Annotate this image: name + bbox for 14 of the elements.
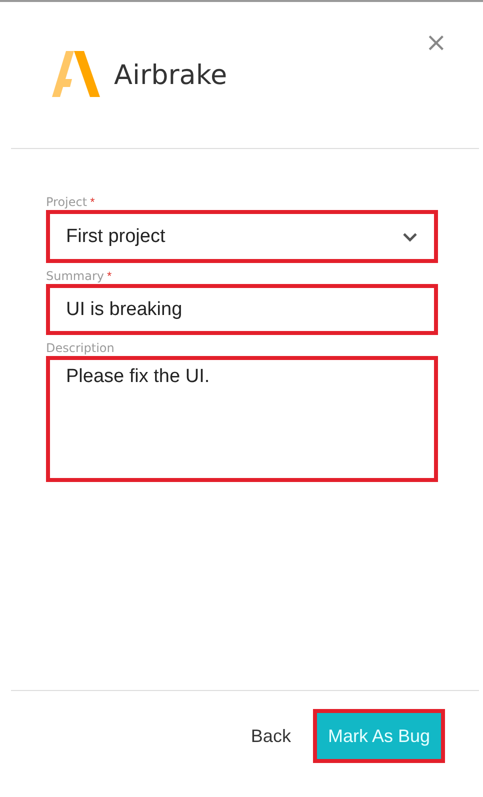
- logo-icon: [52, 51, 100, 99]
- required-mark: *: [107, 269, 112, 283]
- dropdown-value: First project: [66, 226, 166, 248]
- field-label: Summary: [46, 269, 104, 283]
- field-label: Project: [46, 195, 88, 209]
- back-button[interactable]: Back: [244, 724, 297, 748]
- required-mark: *: [90, 195, 95, 209]
- close-button[interactable]: ×: [425, 30, 447, 56]
- chevron-down-icon: [402, 232, 418, 242]
- app-title: Airbrake: [114, 60, 228, 90]
- field-label: Description: [46, 341, 114, 355]
- project-dropdown[interactable]: First project: [46, 210, 438, 263]
- input-field[interactable]: UI is breaking: [46, 284, 438, 335]
- text-area[interactable]: Please fix the UI.: [46, 356, 438, 482]
